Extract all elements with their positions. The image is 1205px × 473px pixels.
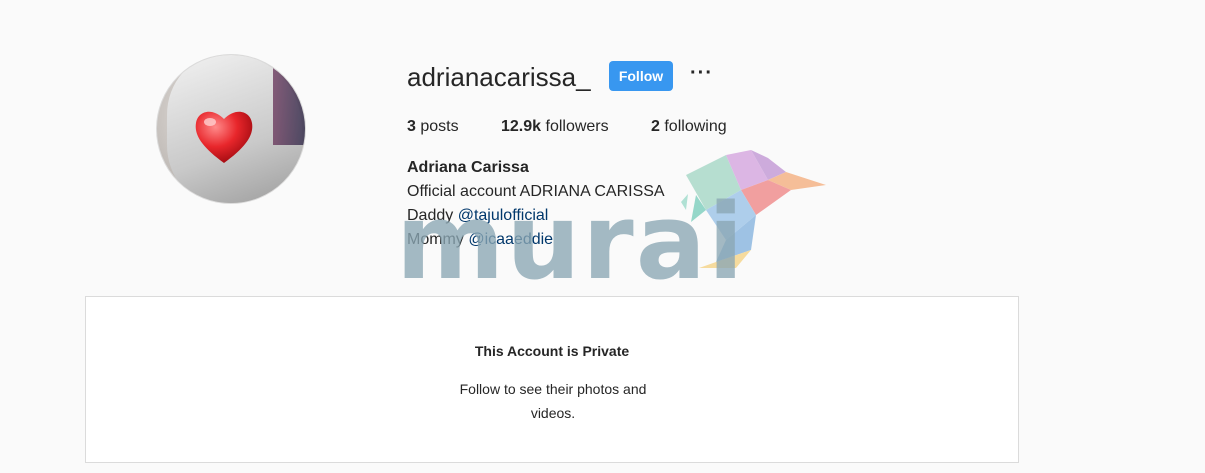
following-count: 2 [651,118,660,135]
more-options-icon[interactable]: ··· [690,62,713,85]
profile-avatar[interactable] [156,54,306,204]
stat-followers[interactable]: 12.9k followers [501,118,609,136]
bio-line-daddy: Daddy @tajulofficial [407,204,548,228]
posts-count: 3 [407,118,416,135]
bio-line-official: Official account ADRIANA CARISSA [407,183,665,200]
followers-count: 12.9k [501,118,542,135]
followers-label: followers [545,118,609,135]
private-account-panel: This Account is Private Follow to see th… [85,296,1019,463]
follow-button[interactable]: Follow [609,61,673,91]
mention-link-icaaeddie[interactable]: @icaaeddie [468,231,553,248]
mention-link-tajulofficial[interactable]: @tajulofficial [458,207,549,224]
private-subtitle-line2: videos. [530,405,576,421]
stat-posts: 3 posts [407,118,459,136]
profile-username: adrianacarissa_ [407,62,591,92]
private-subtitle: Follow to see their photos and videos. [438,377,668,425]
posts-label: posts [420,118,459,135]
avatar-photo-shadow [273,55,305,145]
private-subtitle-line1: Follow to see their photos and [459,381,647,397]
private-title: This Account is Private [474,343,630,359]
bio-daddy-prefix: Daddy [407,207,458,224]
following-label: following [664,118,727,135]
stat-following[interactable]: 2 following [651,118,727,136]
heart-emoji-icon [195,111,253,163]
bio-line-mommy: Mommy @icaaeddie [407,228,553,252]
bio-full-name: Adriana Carissa [407,159,529,176]
bio-mommy-prefix: Mommy [407,231,469,248]
